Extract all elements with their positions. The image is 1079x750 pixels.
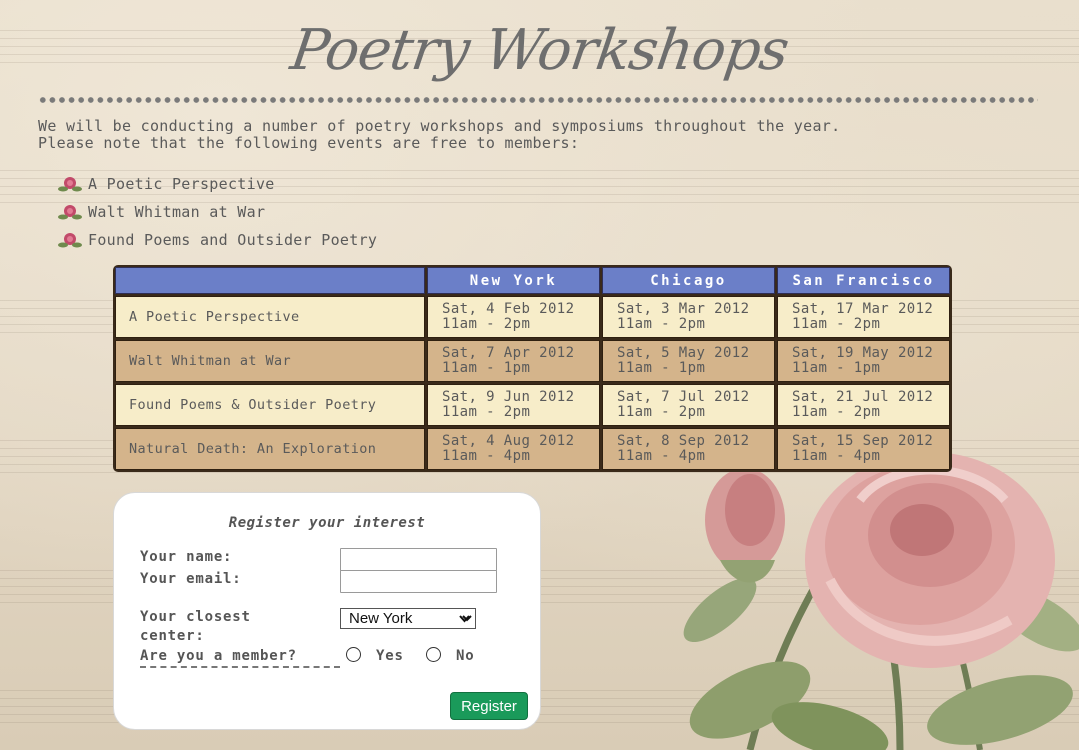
date-text: Sat, 7 Apr 2012 xyxy=(442,345,575,361)
table-header-san-francisco: San Francisco xyxy=(777,267,950,294)
event-name-cell: Found Poems & Outsider Poetry xyxy=(115,384,425,426)
date-cell: Sat, 7 Apr 2012 11am - 1pm xyxy=(427,340,600,382)
date-text: Sat, 4 Feb 2012 xyxy=(442,301,575,317)
date-text: Sat, 5 May 2012 xyxy=(617,345,750,361)
table-header-chicago: Chicago xyxy=(602,267,775,294)
email-label: Your email: xyxy=(140,571,242,587)
register-button[interactable]: Register xyxy=(450,692,528,720)
member-yes-label: Yes xyxy=(376,648,404,664)
date-cell: Sat, 9 Jun 2012 11am - 2pm xyxy=(427,384,600,426)
member-question-label: Are you a member? xyxy=(140,648,340,668)
rose-bullet-icon xyxy=(58,205,82,220)
date-text: Sat, 19 May 2012 xyxy=(792,345,934,361)
list-item: Found Poems and Outsider Poetry xyxy=(58,226,377,254)
date-text: Sat, 17 Mar 2012 xyxy=(792,301,934,317)
name-label: Your name: xyxy=(140,549,233,565)
form-title: Register your interest xyxy=(228,515,426,531)
table-header-row: New York Chicago San Francisco xyxy=(115,267,950,294)
date-text: Sat, 9 Jun 2012 xyxy=(442,389,575,405)
dotted-divider xyxy=(38,96,1038,104)
time-text: 11am - 2pm xyxy=(617,404,706,420)
time-text: 11am - 1pm xyxy=(442,360,531,376)
date-cell: Sat, 4 Aug 2012 11am - 4pm xyxy=(427,428,600,470)
date-cell: Sat, 5 May 2012 11am - 1pm xyxy=(602,340,775,382)
intro-text: We will be conducting a number of poetry… xyxy=(38,118,1048,152)
date-cell: Sat, 19 May 2012 11am - 1pm xyxy=(777,340,950,382)
date-cell: Sat, 3 Mar 2012 11am - 2pm xyxy=(602,296,775,338)
center-select[interactable]: New York xyxy=(340,608,476,629)
member-no-radio[interactable] xyxy=(426,647,441,662)
time-text: 11am - 4pm xyxy=(792,448,881,464)
date-text: Sat, 21 Jul 2012 xyxy=(792,389,934,405)
time-text: 11am - 4pm xyxy=(617,448,706,464)
center-label-line-2: center: xyxy=(140,628,205,644)
date-cell: Sat, 8 Sep 2012 11am - 4pm xyxy=(602,428,775,470)
time-text: 11am - 2pm xyxy=(792,316,881,332)
event-name-cell: Walt Whitman at War xyxy=(115,340,425,382)
table-row: Walt Whitman at War Sat, 7 Apr 2012 11am … xyxy=(115,340,950,382)
date-cell: Sat, 17 Mar 2012 11am - 2pm xyxy=(777,296,950,338)
rose-illustration xyxy=(683,452,1079,750)
intro-line-1: We will be conducting a number of poetry… xyxy=(38,117,841,135)
time-text: 11am - 4pm xyxy=(442,448,531,464)
date-cell: Sat, 7 Jul 2012 11am - 2pm xyxy=(602,384,775,426)
schedule-table: New York Chicago San Francisco A Poetic … xyxy=(113,265,952,472)
date-cell: Sat, 15 Sep 2012 11am - 4pm xyxy=(777,428,950,470)
table-header-empty xyxy=(115,267,425,294)
intro-line-2: Please note that the following events ar… xyxy=(38,134,580,152)
rose-bullet-icon xyxy=(58,177,82,192)
name-field[interactable] xyxy=(340,548,497,571)
time-text: 11am - 1pm xyxy=(617,360,706,376)
event-name-cell: Natural Death: An Exploration xyxy=(115,428,425,470)
list-item-label: A Poetic Perspective xyxy=(88,175,275,193)
date-text: Sat, 7 Jul 2012 xyxy=(617,389,750,405)
page-title: Poetry Workshops xyxy=(286,18,793,83)
time-text: 11am - 2pm xyxy=(442,404,531,420)
list-item: Walt Whitman at War xyxy=(58,198,377,226)
time-text: 11am - 2pm xyxy=(442,316,531,332)
center-label-line-1: Your closest xyxy=(140,609,251,625)
time-text: 11am - 2pm xyxy=(792,404,881,420)
date-cell: Sat, 4 Feb 2012 11am - 2pm xyxy=(427,296,600,338)
email-field[interactable] xyxy=(340,570,497,593)
workshop-list: A Poetic Perspective Walt Whitman at War… xyxy=(58,170,377,254)
date-text: Sat, 8 Sep 2012 xyxy=(617,433,750,449)
rose-bullet-icon xyxy=(58,233,82,248)
list-item-label: Found Poems and Outsider Poetry xyxy=(88,231,378,249)
table-row: A Poetic Perspective Sat, 4 Feb 2012 11am… xyxy=(115,296,950,338)
list-item-label: Walt Whitman at War xyxy=(88,203,266,221)
time-text: 11am - 1pm xyxy=(792,360,881,376)
event-name-cell: A Poetic Perspective xyxy=(115,296,425,338)
time-text: 11am - 2pm xyxy=(617,316,706,332)
date-text: Sat, 4 Aug 2012 xyxy=(442,433,575,449)
member-yes-radio[interactable] xyxy=(346,647,361,662)
table-row: Found Poems & Outsider Poetry Sat, 9 Jun… xyxy=(115,384,950,426)
table-header-new-york: New York xyxy=(427,267,600,294)
date-cell: Sat, 21 Jul 2012 11am - 2pm xyxy=(777,384,950,426)
register-form: Register your interest Your name: Your e… xyxy=(113,492,541,730)
member-no-label: No xyxy=(456,648,475,664)
date-text: Sat, 3 Mar 2012 xyxy=(617,301,750,317)
date-text: Sat, 15 Sep 2012 xyxy=(792,433,934,449)
list-item: A Poetic Perspective xyxy=(58,170,377,198)
table-row: Natural Death: An Exploration Sat, 4 Aug… xyxy=(115,428,950,470)
